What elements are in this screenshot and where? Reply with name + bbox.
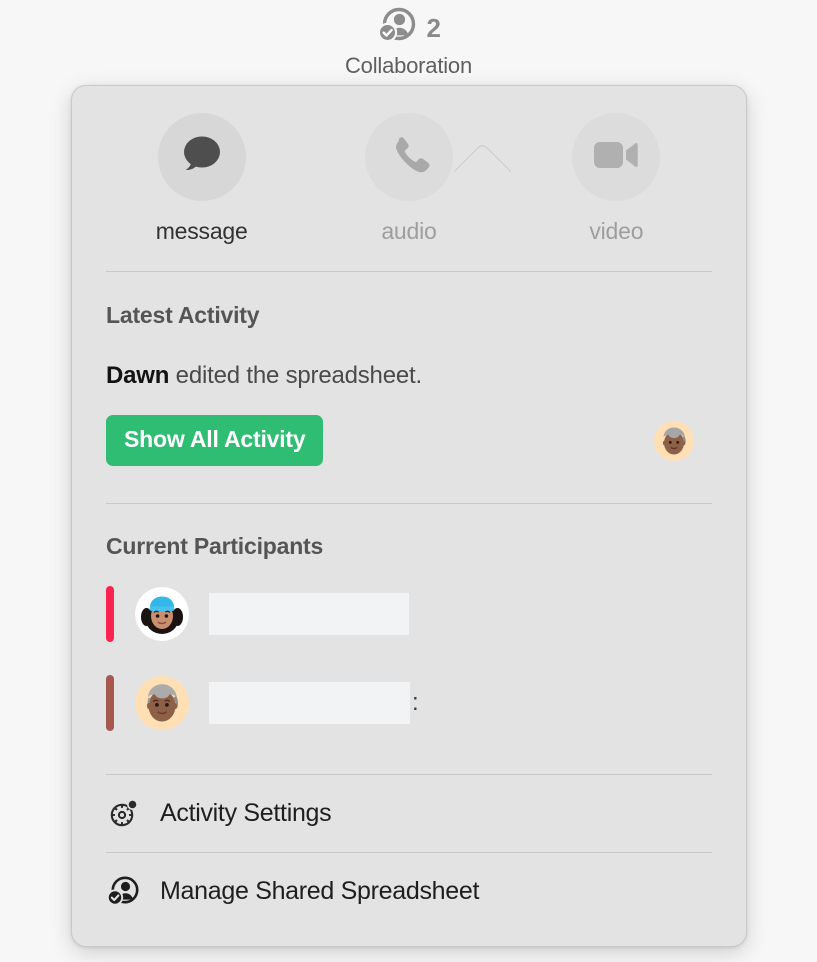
shared-person-check-icon [106,875,144,909]
menu-item-activity-settings[interactable]: Activity Settings [72,775,746,852]
latest-activity-action: edited the spreadsheet. [169,362,422,389]
participant-name-redacted [209,682,410,724]
comm-label-message: message [155,218,248,244]
comm-button-audio[interactable]: audio [334,113,484,245]
menu-item-manage-shared-spreadsheet[interactable]: Manage Shared Spreadsheet [72,853,746,930]
participant-color-bar [106,675,114,731]
comm-button-message[interactable]: message [127,113,277,245]
message-button-circle [157,113,246,201]
memoji-blue-beanie-avatar [135,587,189,641]
collaboration-label: Collaboration [344,52,473,78]
memoji-gray-hair-avatar [654,420,694,461]
latest-activity-section: Latest Activity Dawn edited the spreadsh… [72,272,746,466]
latest-activity-actor: Dawn [106,362,170,389]
gear-activity-icon [106,796,144,832]
collaboration-person-check-icon [377,6,421,51]
participant-row[interactable] [106,577,712,651]
participant-color-bar [106,586,114,642]
comm-button-video[interactable]: video [541,113,691,245]
participant-name-redacted [209,593,409,635]
menu-label-activity-settings: Activity Settings [160,799,332,827]
video-button-circle [572,113,661,201]
comm-label-video: video [589,218,644,244]
participants-section: Current Participants: [72,504,746,740]
latest-activity-title: Latest Activity [106,302,260,328]
participants-title: Current Participants [106,533,324,559]
participant-row[interactable]: : [106,666,712,740]
show-all-activity-button[interactable]: Show All Activity [106,415,324,466]
audio-button-circle [364,113,453,201]
latest-activity-text: Dawn edited the spreadsheet. [106,362,712,390]
comms-row: message audio video [72,86,746,245]
memoji-gray-hair-avatar [135,676,189,730]
collaboration-count: 2 [426,13,441,43]
comm-label-audio: audio [381,218,437,244]
menu-label-manage-shared-spreadsheet: Manage Shared Spreadsheet [160,877,480,905]
menubar-collaboration-item[interactable]: 2 Collaboration [0,6,817,79]
collaboration-icon-row: 2 [377,6,441,51]
participant-name-tail: : [412,689,419,716]
collaboration-popover: message audio video Latest Activity Dawn… [71,85,747,947]
desktop-backdrop: 2 Collaboration message audio video Late… [0,0,817,962]
phone-icon [386,132,432,183]
video-camera-icon [591,136,641,179]
message-bubble-icon [177,132,227,183]
latest-activity-action-row: Show All Activity [106,415,712,466]
